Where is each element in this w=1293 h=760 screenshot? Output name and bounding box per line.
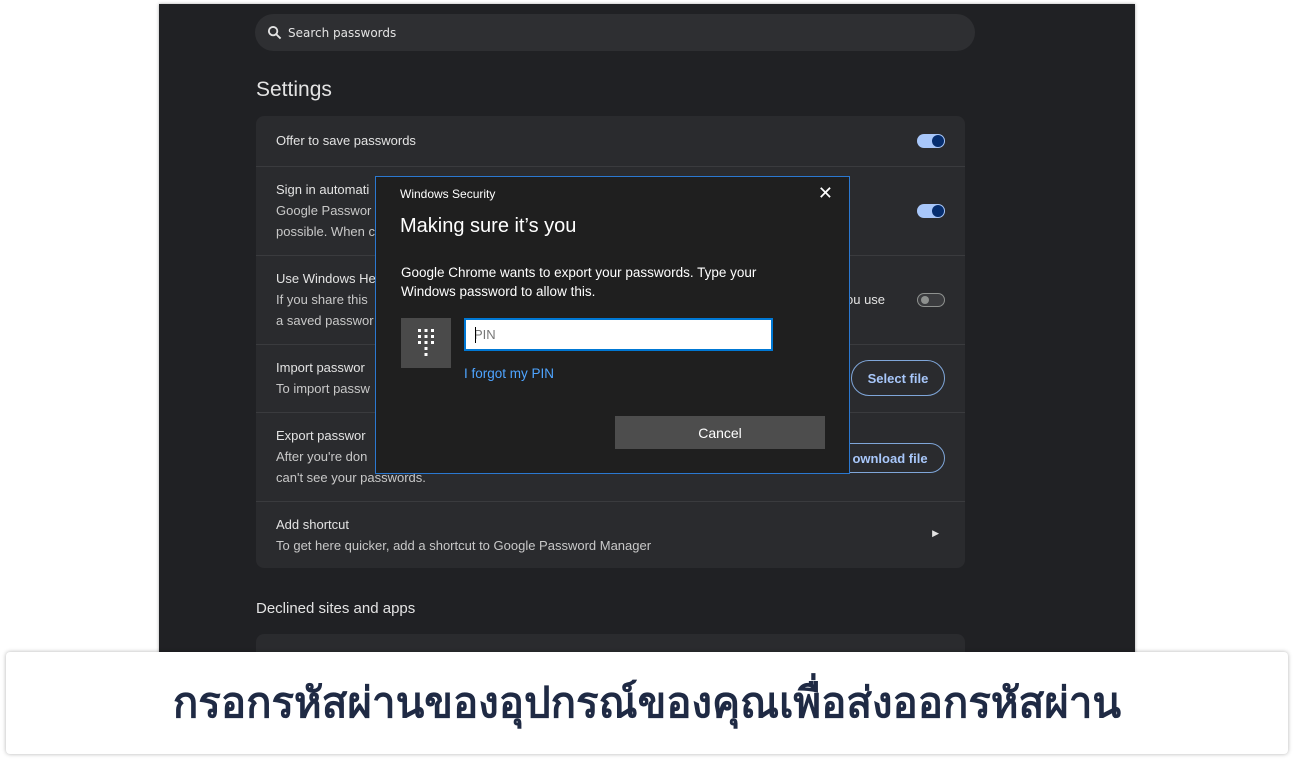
row-title: Offer to save passwords — [276, 133, 416, 148]
text-caret — [475, 327, 476, 343]
row-title: Use Windows He — [276, 271, 376, 286]
add-shortcut-row[interactable]: Add shortcut To get here quicker, add a … — [256, 501, 965, 568]
close-icon[interactable]: ✕ — [818, 183, 833, 204]
forgot-pin-link[interactable]: I forgot my PIN — [464, 366, 554, 381]
sign-in-auto-toggle[interactable] — [917, 204, 945, 218]
dialog-message: Google Chrome wants to export your passw… — [401, 265, 757, 299]
row-title: Sign in automati — [276, 182, 370, 197]
caption-banner: กรอกรหัสผ่านของอุปกรณ์ของคุณเพื่อส่งออกร… — [6, 652, 1288, 754]
row-description: To get here quicker, add a shortcut to G… — [276, 538, 652, 553]
settings-heading: Settings — [256, 78, 332, 101]
row-title: Import passwor — [276, 360, 365, 375]
row-title: Add shortcut — [276, 517, 349, 532]
search-placeholder: Search passwords — [288, 25, 397, 40]
pin-input[interactable]: PIN — [464, 318, 773, 351]
offer-save-toggle[interactable] — [917, 134, 945, 148]
offer-save-row[interactable]: Offer to save passwords — [256, 116, 965, 166]
keypad-icon — [401, 318, 451, 368]
pin-placeholder: PIN — [474, 327, 496, 342]
row-description-tail: ou use — [846, 292, 886, 307]
declined-heading: Declined sites and apps — [256, 600, 416, 617]
row-description: If you share this — [276, 292, 368, 307]
dialog-title: Making sure it’s you — [400, 215, 577, 237]
caption-text: กรอกรหัสผ่านของอุปกรณ์ของคุณเพื่อส่งออกร… — [172, 678, 1122, 727]
row-description: possible. When c — [276, 224, 375, 239]
windows-security-dialog: Windows Security ✕ Making sure it’s you … — [375, 176, 850, 474]
windows-hello-toggle[interactable] — [917, 293, 945, 307]
chevron-right-icon: ▶ — [932, 529, 939, 539]
select-file-button[interactable]: Select file — [851, 360, 945, 396]
dialog-app-name: Windows Security — [400, 187, 496, 201]
cancel-button[interactable]: Cancel — [615, 416, 825, 449]
row-description: Google Passwor — [276, 203, 372, 218]
row-description: To import passw — [276, 381, 370, 396]
download-file-button[interactable]: ownload file — [835, 443, 945, 473]
search-icon — [267, 25, 282, 40]
search-bar[interactable]: Search passwords — [255, 14, 975, 51]
row-description: a saved passwor — [276, 313, 374, 328]
